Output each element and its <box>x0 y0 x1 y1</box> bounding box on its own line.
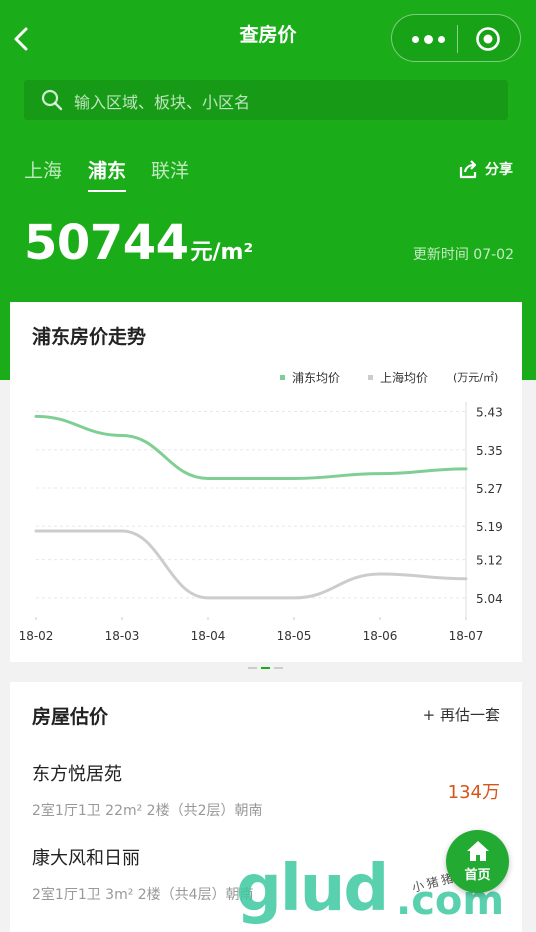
pager-dot-active <box>261 667 270 669</box>
search-placeholder: 输入区域、板块、小区名 <box>74 93 251 112</box>
price-unit: 元/m² <box>190 240 254 265</box>
house-price: 134万 <box>447 782 500 803</box>
house-detail: 2室1厅1卫 3m² 2楼（共4层）朝南 <box>32 887 254 903</box>
price-value: 50744 <box>24 215 189 271</box>
update-time: 更新时间 07-02 <box>412 247 514 263</box>
house-detail: 2室1厅1卫 22m² 2楼（共2层）朝南 <box>32 803 263 819</box>
x-tick-label: 18-05 <box>277 629 312 643</box>
y-tick-label: 5.43 <box>476 406 503 420</box>
y-axis-unit: (万元/㎡) <box>453 371 498 384</box>
legend-swatch-shanghai <box>368 375 373 380</box>
home-button[interactable]: 首页 <box>446 830 509 893</box>
tab-lianyang[interactable]: 联洋 <box>151 156 189 183</box>
estimate-again-button[interactable]: + 再估一套 <box>423 704 500 725</box>
x-tick-label: 18-07 <box>449 629 484 643</box>
y-tick-label: 5.27 <box>476 482 503 496</box>
x-tick-label: 18-03 <box>105 629 140 643</box>
legend-label-shanghai: 上海均价 <box>380 370 428 385</box>
house-estimate-card: 房屋估价 + 再估一套 东方悦居苑 2室1厅1卫 22m² 2楼（共2层）朝南 … <box>10 682 522 932</box>
chart-grid <box>36 411 466 599</box>
nav-bar: 查房价 <box>0 0 536 72</box>
x-tick-label: 18-02 <box>19 629 54 643</box>
miniprogram-close-icon[interactable] <box>475 26 501 52</box>
price-trend-card: 浦东房价走势 浦东均价 上海均价 (万元/㎡) 5.43 5.35 5.27 5.19… <box>10 302 522 662</box>
price-trend-chart: 浦东均价 上海均价 (万元/㎡) 5.43 5.35 5.27 5.19 5.12 5.0… <box>19 370 503 643</box>
y-tick-label: 5.19 <box>476 520 503 534</box>
share-icon <box>459 160 477 179</box>
estimate-title: 房屋估价 <box>32 706 109 728</box>
legend-label-pudong: 浦东均价 <box>292 371 340 385</box>
pager-dot <box>248 667 257 669</box>
miniprogram-capsule <box>391 14 521 62</box>
x-tick-label: 18-04 <box>191 629 226 643</box>
y-tick-label: 5.35 <box>476 444 503 458</box>
chart-legend: 浦东均价 上海均价 (万元/㎡) <box>280 370 498 385</box>
search-bar[interactable]: 输入区域、板块、小区名 <box>24 80 508 120</box>
home-label: 首页 <box>464 868 491 883</box>
tab-shanghai[interactable]: 上海 <box>24 156 62 183</box>
chart-pager <box>248 667 288 671</box>
home-icon <box>467 841 489 861</box>
pager-dot <box>274 667 283 669</box>
legend-swatch-pudong <box>280 375 285 380</box>
x-tick-label: 18-06 <box>363 629 398 643</box>
y-tick-labels: 5.43 5.35 5.27 5.19 5.12 5.04 <box>476 406 503 606</box>
house-name[interactable]: 东方悦居苑 <box>32 760 122 786</box>
search-icon <box>41 89 63 111</box>
y-tick-label: 5.04 <box>476 592 503 606</box>
average-price: 50744元/m² <box>24 215 253 271</box>
more-dots-icon[interactable] <box>408 28 448 50</box>
tab-pudong[interactable]: 浦东 <box>88 156 127 192</box>
house-name[interactable]: 康大风和日丽 <box>32 844 140 870</box>
series-line-0 <box>34 414 468 480</box>
chart-series <box>34 414 468 600</box>
y-tick-label: 5.12 <box>476 554 503 568</box>
share-button[interactable]: 分享 <box>458 158 513 180</box>
series-line-1 <box>34 529 468 600</box>
capsule-divider <box>457 25 458 53</box>
share-label: 分享 <box>485 162 513 178</box>
x-tick-labels: 18-02 18-03 18-04 18-05 18-06 18-07 <box>19 617 484 643</box>
